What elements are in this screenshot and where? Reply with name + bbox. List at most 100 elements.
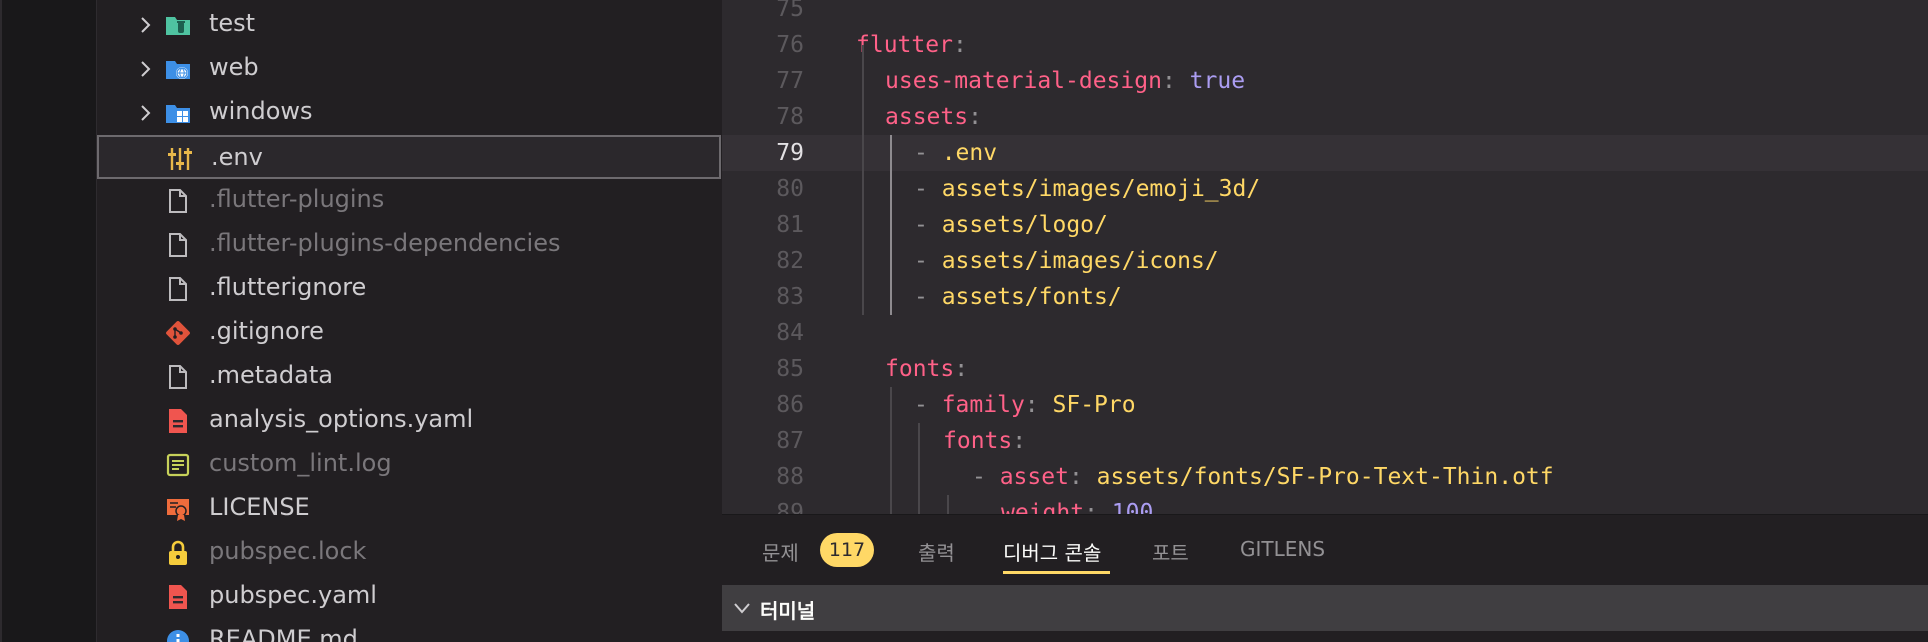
license-icon	[165, 496, 191, 522]
line-number: 76	[776, 32, 804, 58]
code-token: .env	[941, 140, 998, 166]
line-number: 78	[776, 104, 804, 130]
code-line[interactable]: 85 fonts:	[722, 351, 1928, 387]
code-line[interactable]: 84	[722, 315, 1928, 351]
tree-item-analysis-options-yaml[interactable]: analysis_options.yaml	[97, 399, 721, 443]
code-text: - assets/logo/	[914, 207, 1108, 243]
code-line[interactable]: 78 assets:	[722, 99, 1928, 135]
code-line[interactable]: 83 - assets/fonts/	[722, 279, 1928, 315]
code-token: assets/images/icons/	[941, 248, 1219, 274]
code-token: assets/fonts/	[941, 284, 1122, 310]
code-token: flutter	[856, 32, 953, 58]
code-token: SF-Pro	[1052, 392, 1136, 418]
test-folder-icon	[165, 12, 191, 38]
tree-item-readme-md[interactable]: README.md	[97, 619, 721, 642]
tab-debug-console[interactable]: 디버그 콘솔	[1003, 537, 1101, 566]
terminal-section-header[interactable]: 터미널	[722, 585, 1928, 631]
indent-guide	[918, 423, 920, 514]
activity-bar	[0, 0, 96, 642]
line-number: 83	[776, 284, 804, 310]
code-editor[interactable]: 75 76 flutter: 77 uses-material-design: true…	[722, 0, 1928, 514]
code-line[interactable]: 76 flutter:	[722, 27, 1928, 63]
code-line[interactable]: 79 - .env	[722, 135, 1928, 171]
file-icon	[165, 232, 191, 258]
tree-item-flutterignore[interactable]: .flutterignore	[97, 267, 721, 311]
tree-item-license[interactable]: LICENSE	[97, 487, 721, 531]
code-text: - family: SF-Pro	[914, 387, 1136, 423]
code-token: fonts	[943, 428, 1013, 454]
code-token: true	[1189, 68, 1246, 94]
terminal-title: 터미널	[760, 599, 816, 623]
tree-item-gitignore[interactable]: .gitignore	[97, 311, 721, 355]
code-token: :	[1024, 392, 1053, 418]
code-line[interactable]: 81 - assets/logo/	[722, 207, 1928, 243]
indent-guide	[890, 387, 892, 514]
line-number: 77	[776, 68, 804, 94]
tree-item-label: .gitignore	[209, 317, 324, 345]
tree-item-label: test	[209, 9, 256, 37]
tab-output[interactable]: 출력	[918, 537, 955, 566]
code-text: weight: 100	[1001, 495, 1153, 514]
code-token: 100	[1111, 500, 1154, 514]
code-text: uses-material-design: true	[885, 63, 1245, 99]
code-token: -	[914, 212, 942, 238]
code-line[interactable]: 86 - family: SF-Pro	[722, 387, 1928, 423]
code-line[interactable]: 89 weight: 100	[722, 495, 1928, 514]
env-settings-icon	[167, 146, 193, 172]
code-line[interactable]: 75	[722, 0, 1928, 27]
active-tab-indicator	[1003, 571, 1110, 574]
tree-item-label: LICENSE	[209, 493, 310, 521]
tab-ports[interactable]: 포트	[1152, 537, 1189, 566]
windows-folder-icon	[165, 100, 191, 126]
tree-item-test[interactable]: test	[97, 3, 721, 47]
tree-item-flutter-plugins-dependencies[interactable]: .flutter-plugins-dependencies	[97, 223, 721, 267]
chevron-right-icon[interactable]	[135, 103, 155, 123]
tree-item-env[interactable]: .env	[97, 135, 721, 179]
tree-item-flutter-plugins[interactable]: .flutter-plugins	[97, 179, 721, 223]
tree-item-web[interactable]: web	[97, 47, 721, 91]
chevron-right-icon[interactable]	[135, 59, 155, 79]
tree-item-pubspec-lock[interactable]: pubspec.lock	[97, 531, 721, 575]
explorer-sidebar: test web windows .env .flutter-plugins .flutt…	[96, 0, 722, 642]
tab-problems[interactable]: 문제	[762, 537, 799, 566]
lock-icon	[165, 540, 191, 566]
web-folder-icon	[165, 56, 191, 82]
line-number: 89	[776, 500, 804, 514]
code-token: assets	[885, 104, 969, 130]
line-number: 87	[776, 428, 804, 454]
line-number: 82	[776, 248, 804, 274]
chevron-down-icon	[734, 603, 750, 614]
tree-item-metadata[interactable]: .metadata	[97, 355, 721, 399]
code-token: family	[941, 392, 1025, 418]
code-line[interactable]: 80 - assets/images/emoji_3d/	[722, 171, 1928, 207]
tree-item-custom-lint-log[interactable]: custom_lint.log	[97, 443, 721, 487]
code-text: - assets/images/icons/	[914, 243, 1219, 279]
code-token: weight	[1001, 500, 1085, 514]
tree-item-windows[interactable]: windows	[97, 91, 721, 135]
code-token: uses-material-design	[885, 68, 1162, 94]
code-line[interactable]: 88 - asset: assets/fonts/SF-Pro-Text-Thin…	[722, 459, 1928, 495]
code-line[interactable]: 77 uses-material-design: true	[722, 63, 1928, 99]
code-line[interactable]: 82 - assets/images/icons/	[722, 243, 1928, 279]
chevron-right-icon[interactable]	[135, 15, 155, 35]
indent-guide	[890, 135, 892, 315]
git-icon	[165, 320, 191, 346]
indent-guide	[862, 45, 864, 315]
line-number: 85	[776, 356, 804, 382]
tree-item-label: .env	[211, 143, 263, 171]
tree-item-label: .metadata	[209, 361, 333, 389]
tab-gitlens[interactable]: GITLENS	[1240, 537, 1325, 561]
bottom-panel: 문제 117 출력 디버그 콘솔 포트 GITLENS 터미널	[722, 514, 1928, 642]
line-number: 88	[776, 464, 804, 490]
line-number: 75	[776, 0, 804, 22]
line-number: 86	[776, 392, 804, 418]
code-line[interactable]: 87 fonts:	[722, 423, 1928, 459]
line-number: 84	[776, 320, 804, 346]
tree-item-pubspec-yaml[interactable]: pubspec.yaml	[97, 575, 721, 619]
code-text: fonts:	[885, 351, 968, 387]
code-token: :	[968, 104, 982, 130]
file-icon	[165, 276, 191, 302]
code-token: :	[1012, 428, 1027, 454]
code-token: :	[1068, 464, 1097, 490]
log-file-icon	[165, 452, 191, 478]
